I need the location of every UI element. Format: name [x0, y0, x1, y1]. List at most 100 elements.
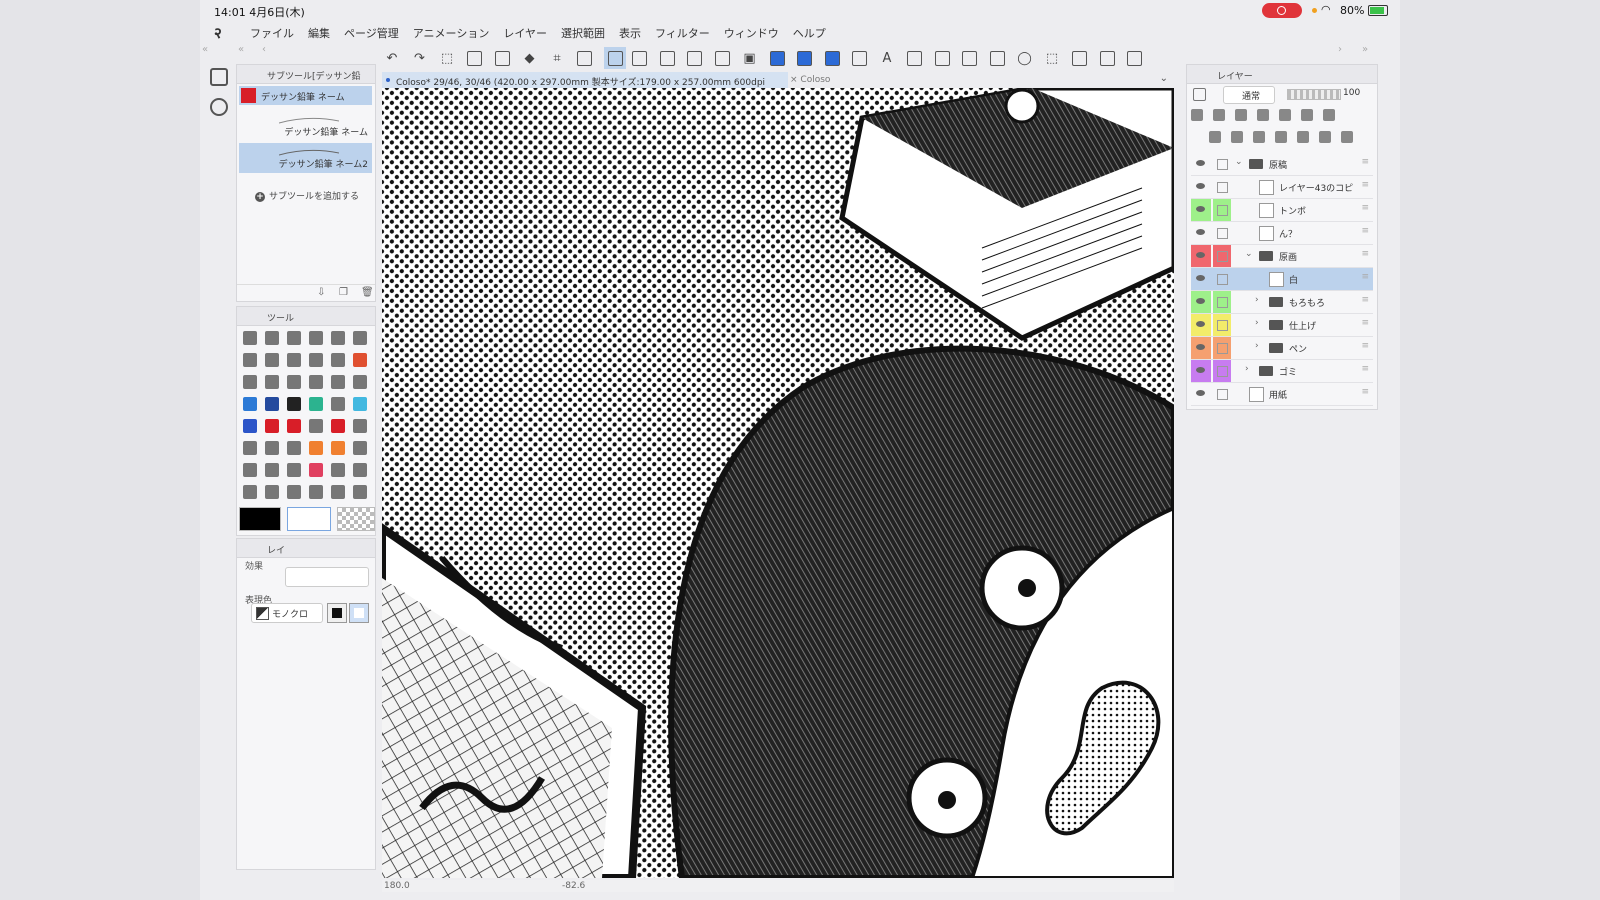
chevron-right-icon[interactable]: ›	[1255, 341, 1259, 351]
draft-icon[interactable]	[1235, 109, 1247, 121]
chevron-right-icon[interactable]: ›	[1245, 364, 1249, 374]
rect-tool-icon[interactable]	[349, 459, 371, 481]
selection-clear-icon[interactable]: ⬚	[439, 50, 455, 66]
zoom-tool-icon[interactable]	[327, 327, 349, 349]
selected-subtool[interactable]: デッサン鉛筆 ネーム	[239, 86, 372, 105]
export-icon[interactable]	[934, 50, 950, 66]
mask-icon[interactable]	[1301, 109, 1313, 121]
blue-tool-a-icon[interactable]	[769, 50, 785, 66]
layer-row[interactable]: ⌄ 原画 ≡	[1191, 245, 1373, 268]
fill-icon[interactable]: ◆	[522, 50, 538, 66]
text-tool-icon[interactable]	[283, 481, 305, 503]
lasso2-tool-icon[interactable]	[327, 459, 349, 481]
brush-dark-tool-icon[interactable]	[261, 393, 283, 415]
layer-row[interactable]: ん？ ≡	[1191, 222, 1373, 245]
expression-color-dropdown[interactable]: モノクロ	[251, 603, 323, 623]
delete-layer-icon[interactable]	[1341, 131, 1353, 143]
menu-item[interactable]: レイヤー	[503, 25, 547, 41]
drop-tool-icon[interactable]	[283, 437, 305, 459]
visibility-eye-icon[interactable]	[1191, 176, 1211, 198]
select-tool-icon[interactable]	[989, 50, 1005, 66]
erase-tool-icon[interactable]	[962, 50, 978, 66]
brush-gray-tool-icon[interactable]	[327, 393, 349, 415]
layer-menu-icon[interactable]: ≡	[1361, 341, 1369, 351]
chevron-left-icon[interactable]: ‹	[262, 44, 266, 55]
sub-color-swatch[interactable]	[287, 507, 331, 531]
layer-type-icon[interactable]	[1193, 88, 1206, 101]
visibility-eye-icon[interactable]	[1191, 383, 1211, 405]
layer-lock-icon[interactable]	[1213, 153, 1231, 175]
layer-row[interactable]: › ゴミ ≡	[1191, 360, 1373, 383]
ruler-icon[interactable]	[1323, 109, 1335, 121]
chevron-down-icon[interactable]: ⌄	[1235, 157, 1243, 167]
effect-tool-icon[interactable]	[349, 349, 371, 371]
visibility-eye-icon[interactable]	[1191, 245, 1211, 267]
layer-copy-icon[interactable]	[714, 50, 730, 66]
pattern-tool-icon[interactable]	[239, 437, 261, 459]
duplicate-icon[interactable]: ❐	[339, 287, 348, 298]
reference-icon[interactable]	[1213, 109, 1225, 121]
visibility-eye-icon[interactable]	[1191, 314, 1211, 336]
layer-menu-icon[interactable]: ≡	[1361, 226, 1369, 236]
menu-item[interactable]: ページ管理	[344, 25, 399, 41]
visibility-eye-icon[interactable]	[1191, 199, 1211, 221]
layer-lock-icon[interactable]	[1213, 360, 1231, 382]
hand-tool-icon[interactable]	[239, 349, 261, 371]
transfer-icon[interactable]	[1275, 131, 1287, 143]
visibility-eye-icon[interactable]	[1191, 153, 1211, 175]
document-tab-2[interactable]: × Coloso	[790, 75, 830, 85]
main-color-swatch[interactable]	[239, 507, 281, 531]
brush-orange-tool-icon[interactable]	[305, 437, 327, 459]
layer-row[interactable]: レイヤー43のコピ ≡	[1191, 176, 1373, 199]
blend-blue-tool-icon[interactable]	[239, 415, 261, 437]
move-layer-tool-icon[interactable]	[261, 349, 283, 371]
lock-icon[interactable]	[1257, 109, 1269, 121]
property-tab-label[interactable]: レイ	[267, 543, 285, 556]
line-tool-tool-icon[interactable]	[327, 481, 349, 503]
layer-menu-icon[interactable]: ≡	[1361, 203, 1369, 213]
eraser-tool-icon[interactable]	[261, 371, 283, 393]
layer-lock-icon[interactable]	[1213, 383, 1231, 405]
window-tool-icon[interactable]	[1127, 50, 1143, 66]
layer-lock-icon[interactable]	[1213, 291, 1231, 313]
opacity-value[interactable]: 100	[1343, 88, 1360, 98]
import-icon[interactable]: ⇩	[317, 287, 325, 298]
chevron-right-icon[interactable]: ›	[1255, 318, 1259, 328]
menu-item[interactable]: ヘルプ	[793, 25, 826, 41]
brush-cyan-tool-icon[interactable]	[349, 393, 371, 415]
subtool-item[interactable]: デッサン鉛筆 ネーム	[239, 111, 372, 141]
ruler-icon[interactable]	[907, 50, 923, 66]
white-color-toggle[interactable]	[349, 603, 369, 623]
pencil-tool-icon[interactable]	[327, 371, 349, 393]
layer-menu-icon[interactable]: ≡	[1361, 180, 1369, 190]
select-all-icon[interactable]	[467, 50, 483, 66]
opacity-slider[interactable]	[1287, 89, 1341, 100]
undo-icon[interactable]: ↶	[384, 50, 400, 66]
menu-item[interactable]: 編集	[308, 25, 330, 41]
layer-lock-icon[interactable]	[1213, 199, 1231, 221]
merge-icon[interactable]	[1297, 131, 1309, 143]
drop2-tool-icon[interactable]	[261, 481, 283, 503]
document-tab-active[interactable]: Coloso* 29/46, 30/46 (420.00 x 297.00mm …	[382, 72, 788, 98]
table-icon[interactable]	[1099, 50, 1115, 66]
layer-row[interactable]: › もろもろ ≡	[1191, 291, 1373, 314]
tool-shortcut-a-icon[interactable]	[210, 68, 228, 86]
select-invert-icon[interactable]	[494, 50, 510, 66]
new-raster-layer-icon[interactable]	[1209, 131, 1221, 143]
new-folder-icon[interactable]	[1253, 131, 1265, 143]
blend-mode-dropdown[interactable]: 通常	[1223, 86, 1275, 104]
eyedropper-tool-icon[interactable]	[349, 415, 371, 437]
layer-menu-icon[interactable]: ≡	[1361, 157, 1369, 167]
menu-item[interactable]: ファイル	[250, 25, 294, 41]
layer-row[interactable]: › 仕上げ ≡	[1191, 314, 1373, 337]
screen-record-icon[interactable]	[1262, 3, 1302, 18]
blue-tool-c-icon[interactable]	[824, 50, 840, 66]
layer-lock-icon[interactable]	[1213, 222, 1231, 244]
layer-menu-icon[interactable]: ≡	[1361, 249, 1369, 259]
effect-selector[interactable]	[285, 567, 369, 587]
brush-draw-icon[interactable]	[604, 47, 626, 69]
pencil-alt-tool-icon[interactable]	[349, 371, 371, 393]
crop-icon[interactable]: ⌗	[549, 50, 565, 66]
new-vector-layer-icon[interactable]	[1231, 131, 1243, 143]
clip-icon[interactable]	[1191, 109, 1203, 121]
